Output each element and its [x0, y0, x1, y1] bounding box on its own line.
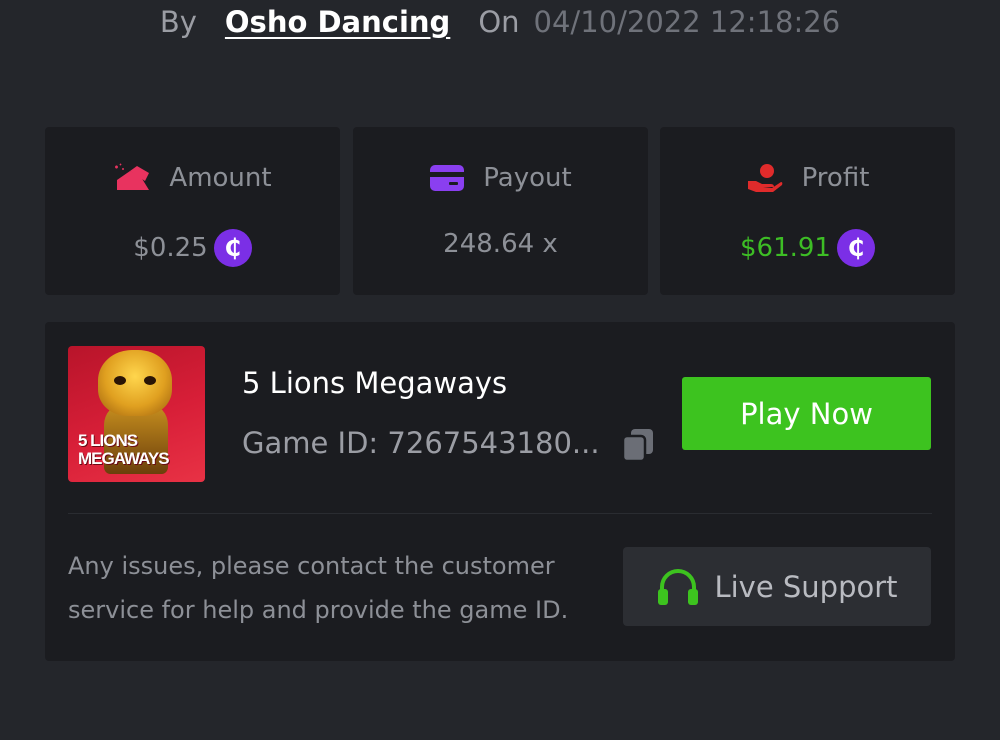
payout-label: Payout [483, 163, 572, 193]
profit-value: $61.91 [740, 233, 831, 263]
profit-label: Profit [801, 163, 870, 193]
lion-eye-art [144, 376, 156, 385]
game-thumbnail[interactable]: 5 LIONS MEGAWAYS [68, 346, 205, 482]
game-id: Game ID: 7267543180... [242, 426, 600, 460]
coin-icon: ₵ [836, 229, 875, 267]
profit-value-row: $61.91 ₵ [660, 229, 955, 267]
bet-stats: Amount $0.25 ₵ Payout 248.64 x Profit $6… [45, 127, 955, 295]
amount-icon [115, 163, 150, 190]
payout-value: 248.64 x [443, 229, 558, 259]
game-title: 5 Lions Megaways [242, 366, 508, 400]
play-now-button[interactable]: Play Now [682, 377, 931, 450]
logo-line-2: MEGAWAYS [78, 449, 170, 468]
live-support-button[interactable]: Live Support [623, 547, 931, 626]
bet-byline: By Osho Dancing On 04/10/2022 12:18:26 [0, 0, 1000, 44]
headset-icon [658, 568, 699, 605]
hand-coin-icon [747, 164, 782, 192]
lion-head-art [98, 350, 172, 416]
bet-detail-page: By Osho Dancing On 04/10/2022 12:18:26 A… [0, 0, 1000, 740]
coin-icon: ₵ [213, 229, 252, 267]
card-icon [430, 165, 465, 191]
amount-label-row: Amount [45, 163, 340, 193]
payout-label-row: Payout [353, 163, 648, 193]
logo-line-1: 5 LIONS [78, 431, 138, 450]
amount-label: Amount [169, 163, 272, 193]
on-label: On [478, 5, 520, 39]
payout-card: Payout 248.64 x [353, 127, 648, 295]
copy-icon[interactable] [620, 427, 656, 463]
profit-card: Profit $61.91 ₵ [660, 127, 955, 295]
support-help-text: Any issues, please contact the customer … [68, 552, 569, 624]
amount-card: Amount $0.25 ₵ [45, 127, 340, 295]
username-link[interactable]: Osho Dancing [225, 5, 450, 39]
amount-value-row: $0.25 ₵ [45, 229, 340, 267]
game-logo-text: 5 LIONS MEGAWAYS [78, 431, 170, 468]
divider [68, 513, 932, 514]
lion-eye-art [114, 376, 126, 385]
game-card: 5 LIONS MEGAWAYS 5 Lions Megaways Game I… [45, 322, 955, 661]
bet-timestamp: 04/10/2022 12:18:26 [533, 5, 841, 39]
amount-value: $0.25 [133, 233, 208, 263]
profit-label-row: Profit [660, 163, 955, 193]
payout-value-row: 248.64 x [353, 229, 648, 259]
live-support-label: Live Support [714, 569, 898, 604]
by-label: By [159, 5, 197, 39]
